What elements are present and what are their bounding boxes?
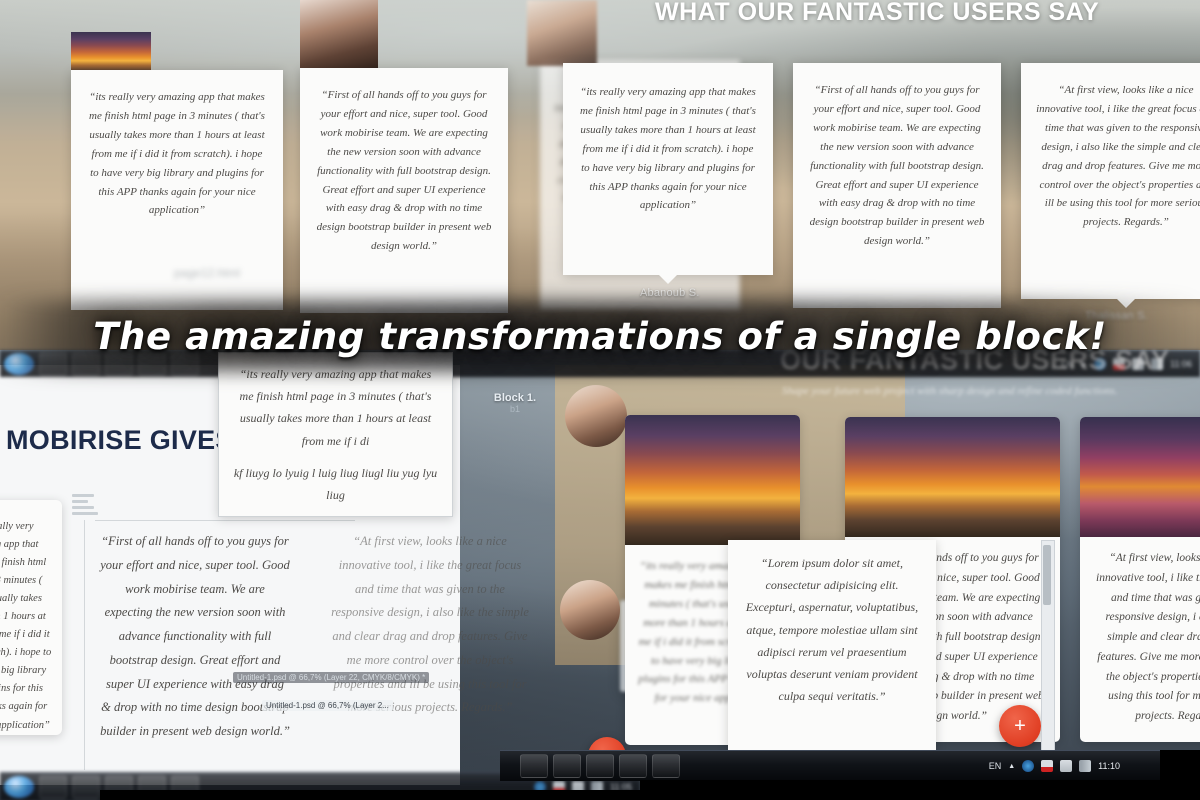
page-subtitle-users: Shape your future web project with sharp… xyxy=(782,385,1118,397)
taskbar-app-mobirise-icon[interactable] xyxy=(619,754,647,778)
taskbar-app-explorer-icon[interactable] xyxy=(520,754,548,778)
system-tray[interactable]: EN ▲ 11:10 xyxy=(989,760,1160,772)
testimonial-card-left-clipped: “its really very amazing app that makes … xyxy=(0,500,62,735)
block-label-1[interactable]: Block 1. b1 xyxy=(470,392,560,414)
tray-expand-chevron-icon[interactable]: ▲ xyxy=(1008,763,1015,770)
paragraph-lines-icon xyxy=(72,494,98,515)
testimonial-card-pointer xyxy=(659,275,677,284)
avatar-circle-woman-top xyxy=(565,385,627,447)
avatar-thumbnail-woman-dark-hair xyxy=(300,0,378,72)
avatar-circle-woman-bottom xyxy=(560,580,620,640)
testimonial-column-firstview-bottom: “At first view, looks like a nice innova… xyxy=(331,534,529,715)
gallery-card-right: “At first view, looks like a nice innova… xyxy=(1080,417,1200,742)
mobirise-gives-text: MOBIRISE GIVES xyxy=(6,425,242,455)
avatar-thumbnail-woman-blonde xyxy=(527,0,597,66)
photoshop-window-title-2: Untitled-1.psd @ 66,7% (Layer 2... xyxy=(262,700,393,711)
gallery-card-image xyxy=(845,417,1060,537)
testimonial-author-abanoub: Abanoub S. xyxy=(640,287,700,299)
taskbar-app-browser-icon[interactable] xyxy=(72,775,100,799)
tray-network-shield-icon[interactable] xyxy=(1022,760,1035,772)
taskbar-app-explorer-icon[interactable] xyxy=(39,775,67,799)
gallery-card-image xyxy=(625,415,800,545)
block-label-1-id: b1 xyxy=(509,404,520,414)
lorem-overlay-card: “Lorem ipsum dolor sit amet, consectetur… xyxy=(728,540,936,755)
block-label-1-title: Block 1. xyxy=(493,392,537,404)
gallery-card-image xyxy=(1080,417,1200,537)
banner-headline: The amazing transformations of a single … xyxy=(93,314,1107,358)
testimonial-card-abanoub-named: “its really very amazing app that makes … xyxy=(563,63,773,275)
taskbar-app-browser-icon[interactable] xyxy=(553,754,581,778)
page-title-users-top: WHAT OUR FANTASTIC USERS SAY xyxy=(655,0,1100,26)
black-fill-bottom xyxy=(640,780,1200,800)
inline-editing-popup-card[interactable]: “its really very amazing app that makes … xyxy=(218,352,453,517)
gallery-card-quote: “At first view, looks like a nice innova… xyxy=(1096,552,1200,723)
tray-signal-bars-icon[interactable] xyxy=(1079,760,1092,772)
vertical-divider xyxy=(84,520,85,770)
testimonial-card-handsoff-top: “First of all hands off to you guys for … xyxy=(300,68,508,313)
black-fill-bottom-left xyxy=(100,790,640,800)
tray-volume-muted-icon[interactable] xyxy=(1060,760,1073,772)
testimonial-column-handsoff-bottom: “First of all hands off to you guys for … xyxy=(100,534,290,738)
scrollbar-thumb[interactable] xyxy=(1043,545,1051,605)
composite-collage: WHAT OUR FANTASTIC USERS SAY “At first v… xyxy=(0,0,1200,800)
tray-antivirus-icon[interactable] xyxy=(1041,760,1054,772)
taskbar-app-photoshop-icon[interactable] xyxy=(652,754,680,778)
start-button-icon[interactable] xyxy=(4,776,34,798)
add-block-button-right[interactable]: + xyxy=(999,705,1041,747)
testimonial-card-firstview-right: “At first view, looks like a nice innova… xyxy=(1021,63,1200,299)
file-name-label-page12: page12.html xyxy=(174,266,241,280)
taskbar-bottom-right[interactable]: EN ▲ 11:10 xyxy=(500,750,1160,781)
testimonial-card-handsoff-right: “First of all hands off to you guys for … xyxy=(793,63,1001,308)
horizontal-divider xyxy=(95,520,355,521)
photoshop-window-title-1: Untitled-1.psd @ 66,7% (Layer 22, CMYK/8… xyxy=(233,672,430,683)
taskbar-app-media-icon[interactable] xyxy=(586,754,614,778)
tray-language-label: EN xyxy=(988,761,1002,771)
tray-clock[interactable]: 11:10 xyxy=(1098,761,1120,771)
